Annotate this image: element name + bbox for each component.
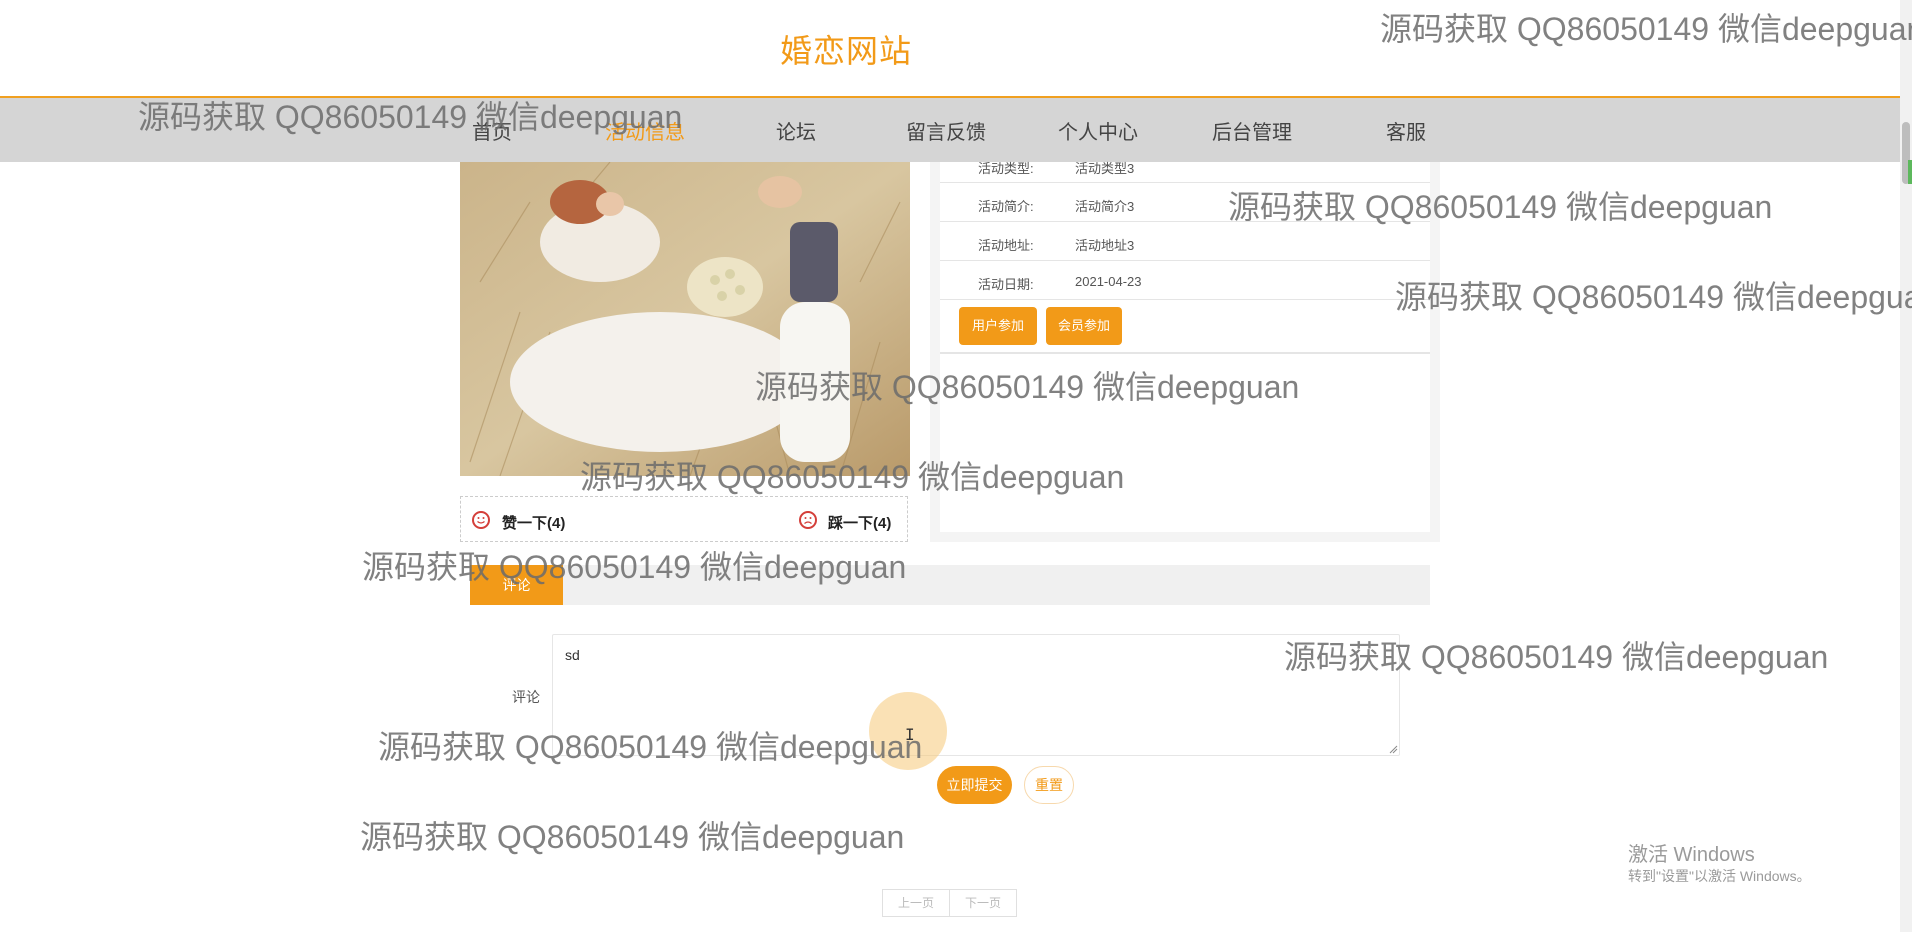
watermark: 源码获取 QQ86050149 微信deepguan xyxy=(362,549,907,585)
info-label-intro: 活动简介: xyxy=(978,199,1034,214)
info-value-type: 活动类型3 xyxy=(1075,161,1135,176)
watermark: 源码获取 QQ86050149 微信deepguan xyxy=(360,819,905,855)
watermark: 源码获取 QQ86050149 微信deepguan xyxy=(755,369,1300,405)
watermark: 源码获取 QQ86050149 微信deepguan xyxy=(1380,11,1912,47)
member-join-button[interactable]: 会员参加 xyxy=(1046,307,1122,345)
watermark: 源码获取 QQ86050149 微信deepguan xyxy=(1395,279,1912,315)
activity-photo xyxy=(460,162,910,476)
comment-field-label: 评论 xyxy=(512,689,540,705)
info-value-date: 2021-04-23 xyxy=(1075,274,1142,289)
info-value-address: 活动地址3 xyxy=(1075,238,1135,253)
user-join-button[interactable]: 用户参加 xyxy=(959,307,1037,345)
resize-grip-icon[interactable] xyxy=(1388,744,1398,754)
info-label-address: 活动地址: xyxy=(978,238,1034,253)
dislike-button[interactable]: 踩一下(4) xyxy=(828,512,891,533)
next-page-button[interactable]: 下一页 xyxy=(949,889,1017,917)
prev-page-button[interactable]: 上一页 xyxy=(882,889,950,917)
nav-item-personal-center[interactable]: 个人中心 xyxy=(1058,116,1138,145)
info-label-type: 活动类型: xyxy=(978,161,1034,176)
watermark: 源码获取 QQ86050149 微信deepguan xyxy=(378,729,923,765)
reset-button[interactable]: 重置 xyxy=(1024,766,1074,804)
watermark: 源码获取 QQ86050149 微信deepguan xyxy=(580,459,1125,495)
like-button[interactable]: 赞一下(4) xyxy=(502,512,565,533)
nav-item-customer-service[interactable]: 客服 xyxy=(1386,116,1426,145)
frown-icon[interactable] xyxy=(799,511,817,529)
windows-activation-title: 激活 Windows xyxy=(1628,844,1755,866)
smile-icon[interactable] xyxy=(472,511,490,529)
watermark: 源码获取 QQ86050149 微信deepguan xyxy=(138,99,683,135)
nav-item-forum[interactable]: 论坛 xyxy=(776,116,816,145)
watermark: 源码获取 QQ86050149 微信deepguan xyxy=(1228,189,1773,225)
windows-activation-subtitle: 转到"设置"以激活 Windows。 xyxy=(1628,868,1811,884)
info-value-intro: 活动简介3 xyxy=(1075,199,1135,214)
submit-button[interactable]: 立即提交 xyxy=(937,766,1012,804)
watermark: 源码获取 QQ86050149 微信deepguan xyxy=(1284,639,1829,675)
nav-item-feedback[interactable]: 留言反馈 xyxy=(906,116,986,145)
nav-item-admin[interactable]: 后台管理 xyxy=(1212,116,1292,145)
info-label-date: 活动日期: xyxy=(978,277,1034,292)
scrollbar-marker xyxy=(1908,160,1912,184)
